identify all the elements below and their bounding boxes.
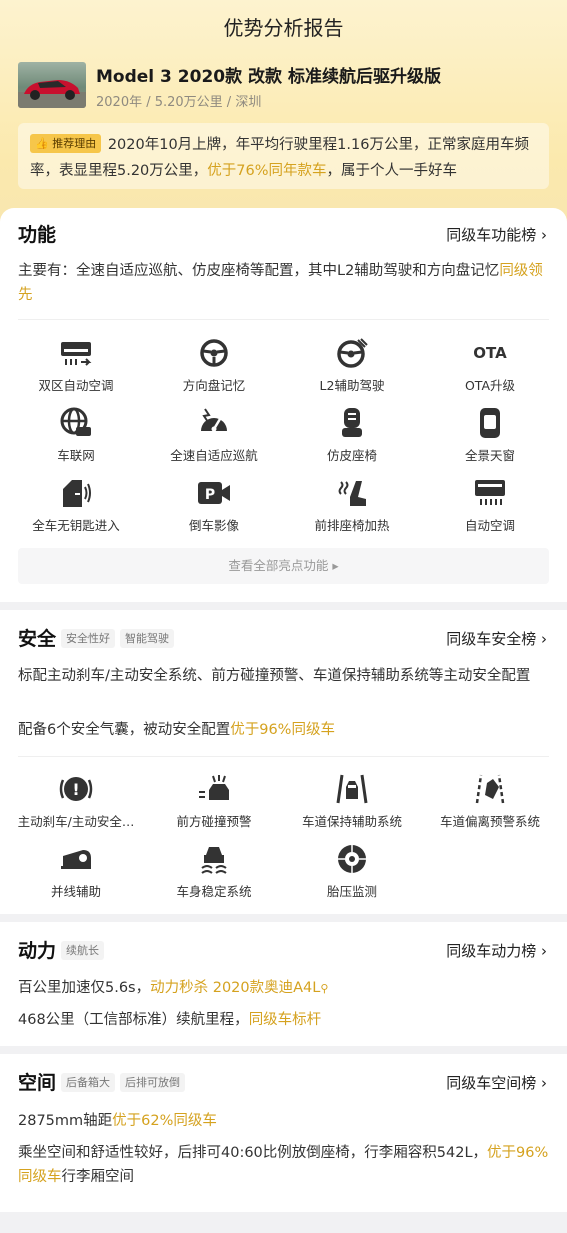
seat-heat-icon <box>334 476 370 510</box>
safety-stability-control[interactable]: 车身稳定系统 <box>144 842 284 900</box>
feature-ota[interactable]: OTA OTA升级 <box>420 336 560 394</box>
divider <box>18 756 549 757</box>
tire-pressure-icon <box>334 842 370 876</box>
safety-tire-pressure[interactable]: 胎压监测 <box>282 842 422 900</box>
space-tag: 后排可放倒 <box>120 1073 186 1092</box>
svg-text:P: P <box>205 487 215 503</box>
car-meta: 2020年 / 5.20万公里 / 深圳 <box>96 95 262 110</box>
auto-ac-icon <box>472 476 508 510</box>
reverse-camera-icon: P <box>196 476 232 510</box>
feature-keyless-entry[interactable]: 全车无钥匙进入 <box>6 476 146 534</box>
feature-connected-car[interactable]: 车联网 <box>6 406 146 464</box>
search-icon[interactable]: ⚲ <box>320 982 328 995</box>
recommend-reason: 👍 推荐理由 2020年10月上牌，年平均行驶里程1.16万公里，正常家庭用车频… <box>18 123 549 189</box>
feature-leather-seat[interactable]: 仿皮座椅 <box>282 406 422 464</box>
safety-merge-assist[interactable]: 并线辅助 <box>6 842 146 900</box>
globe-car-icon <box>58 406 94 440</box>
merge-assist-icon <box>58 842 94 876</box>
brake-icon: ! <box>58 772 94 806</box>
function-desc: 主要有：全速自适应巡航、仿皮座椅等配置，其中L2辅助驾驶和方向盘记忆同级领先 <box>18 263 543 303</box>
feature-l2-assist[interactable]: L2辅助驾驶 <box>282 336 422 394</box>
reason-text-end: ，属于个人一手好车 <box>326 163 458 179</box>
feature-seat-heating[interactable]: 前排座椅加热 <box>282 476 422 534</box>
collision-warning-icon <box>196 772 232 806</box>
car-title: Model 3 2020款 改款 标准续航后驱升级版 <box>96 67 441 87</box>
page-title: 优势分析报告 <box>223 16 344 40</box>
function-title: 功能 <box>18 224 57 246</box>
car-thumbnail[interactable] <box>18 62 86 108</box>
divider <box>18 319 549 320</box>
stability-icon <box>196 842 232 876</box>
space-wheelbase: 2875mm轴距优于62%同级车 <box>18 1113 217 1129</box>
view-all-features-button[interactable]: 查看全部亮点功能 ▸ <box>18 548 549 584</box>
power-acceleration: 百公里加速仅5.6s，动力秒杀 2020款奥迪A4L⚲ <box>18 980 329 996</box>
safety-desc-passive: 配备6个安全气囊，被动安全配置优于96%同级车 <box>18 722 335 738</box>
power-tag: 续航长 <box>61 941 105 960</box>
function-rank-link[interactable]: 同级车功能榜 › <box>446 224 547 245</box>
safety-lane-keep[interactable]: 车道保持辅助系统 <box>282 772 422 830</box>
safety-active-brake[interactable]: ! 主动刹车/主动安全… <box>6 772 146 830</box>
space-title: 空间 后备箱大 后排可放倒 <box>18 1068 186 1095</box>
safety-tag: 智能驾驶 <box>120 629 175 648</box>
lane-keep-icon <box>334 772 370 806</box>
ota-icon: OTA <box>473 344 507 362</box>
steering-memory-icon <box>196 336 232 370</box>
power-rank-link[interactable]: 同级车动力榜 › <box>446 940 547 961</box>
safety-desc-active: 标配主动刹车/主动安全系统、前方碰撞预警、车道保持辅助系统等主动安全配置 <box>18 668 531 684</box>
keyless-icon <box>58 476 94 510</box>
svg-text:!: ! <box>72 780 79 799</box>
power-title: 动力 续航长 <box>18 936 105 963</box>
feature-panoramic-sunroof[interactable]: 全景天窗 <box>420 406 560 464</box>
feature-auto-ac[interactable]: 自动空调 <box>420 476 560 534</box>
safety-rank-link[interactable]: 同级车安全榜 › <box>446 628 547 649</box>
power-range: 468公里（工信部标准）续航里程，同级车标杆 <box>18 1012 322 1028</box>
safety-title: 安全 安全性好 智能驾驶 <box>18 624 175 651</box>
seat-icon <box>334 406 370 440</box>
reason-highlight: 优于76%同年款车 <box>207 163 327 179</box>
safety-lane-departure[interactable]: 车道偏离预警系统 <box>420 772 560 830</box>
steering-assist-icon <box>334 336 370 370</box>
sunroof-icon <box>472 406 508 440</box>
feature-reverse-camera[interactable]: P 倒车影像 <box>144 476 284 534</box>
space-tag: 后备箱大 <box>61 1073 116 1092</box>
feature-dual-ac[interactable]: 双区自动空调 <box>6 336 146 394</box>
space-rank-link[interactable]: 同级车空间榜 › <box>446 1072 547 1093</box>
ac-dual-icon <box>58 336 94 370</box>
feature-steering-memory[interactable]: 方向盘记忆 <box>144 336 284 394</box>
safety-collision-warning[interactable]: 前方碰撞预警 <box>144 772 284 830</box>
speedometer-icon <box>196 406 232 440</box>
safety-tag: 安全性好 <box>61 629 116 648</box>
space-comfort: 乘坐空间和舒适性较好，后排可40:60比例放倒座椅，行李厢容积542L，优于96… <box>18 1145 549 1185</box>
recommend-tag: 👍 推荐理由 <box>30 134 102 153</box>
feature-adaptive-cruise[interactable]: 全速自适应巡航 <box>144 406 284 464</box>
lane-departure-icon <box>472 772 508 806</box>
